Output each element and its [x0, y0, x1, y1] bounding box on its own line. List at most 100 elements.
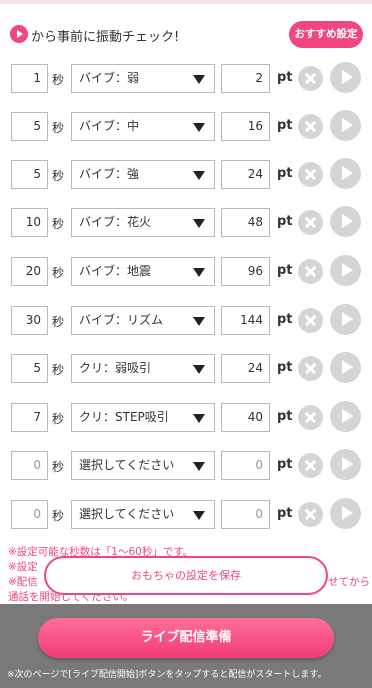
- play-icon[interactable]: [330, 255, 361, 286]
- delete-icon[interactable]: [298, 210, 323, 235]
- dropdown-arrow-icon: [193, 462, 205, 471]
- pattern-select[interactable]: 選択してください: [71, 500, 215, 529]
- setting-row: 5 秒 バイブ：強 24 pt: [0, 158, 372, 192]
- pattern-select[interactable]: バイブ：花火: [71, 208, 215, 237]
- delete-icon[interactable]: [298, 405, 323, 430]
- points-input[interactable]: 48: [221, 208, 270, 237]
- pattern-select[interactable]: バイブ：リズム: [71, 306, 215, 335]
- pattern-select[interactable]: 選択してください: [71, 451, 215, 480]
- delete-icon[interactable]: [298, 114, 323, 139]
- points-input[interactable]: 96: [221, 257, 270, 286]
- points-input[interactable]: 2: [221, 64, 270, 93]
- points-unit: pt: [277, 214, 293, 229]
- setting-row: 5 秒 クリ：弱吸引 24 pt: [0, 352, 372, 386]
- seconds-input[interactable]: 5: [11, 354, 48, 383]
- delete-icon[interactable]: [298, 502, 323, 527]
- seconds-unit: 秒: [52, 266, 65, 280]
- pattern-value: バイブ：弱: [79, 71, 140, 85]
- seconds-input[interactable]: 0: [11, 451, 48, 480]
- setting-row: 1 秒 バイブ：弱 2 pt: [0, 62, 372, 96]
- check-header: から事前に振動チェック! おすすめ設定: [0, 21, 372, 49]
- play-icon[interactable]: [330, 304, 361, 335]
- setting-row: 0 秒 選択してください 0 pt: [0, 498, 372, 532]
- pattern-value: バイブ：地震: [79, 264, 152, 278]
- points-input[interactable]: 0: [221, 500, 270, 529]
- points-unit: pt: [277, 409, 293, 424]
- pattern-select[interactable]: バイブ：弱: [71, 64, 215, 93]
- points-input[interactable]: 24: [221, 160, 270, 189]
- dropdown-arrow-icon: [193, 268, 205, 277]
- seconds-unit: 秒: [52, 509, 65, 523]
- save-toy-settings-button[interactable]: おもちゃの設定を保存: [44, 556, 328, 595]
- pattern-value: バイブ：強: [79, 167, 140, 181]
- pattern-select[interactable]: クリ：STEP吸引: [71, 403, 215, 432]
- play-icon[interactable]: [330, 110, 361, 141]
- seconds-input[interactable]: 1: [11, 64, 48, 93]
- seconds-input[interactable]: 5: [11, 112, 48, 141]
- seconds-unit: 秒: [52, 121, 65, 135]
- setting-row: 20 秒 バイブ：地震 96 pt: [0, 255, 372, 289]
- points-input[interactable]: 0: [221, 451, 270, 480]
- points-input[interactable]: 16: [221, 112, 270, 141]
- setting-row: 7 秒 クリ：STEP吸引 40 pt: [0, 401, 372, 435]
- points-unit: pt: [277, 312, 293, 327]
- seconds-input[interactable]: 0: [11, 500, 48, 529]
- setting-row: 5 秒 バイブ：中 16 pt: [0, 110, 372, 144]
- points-unit: pt: [277, 457, 293, 472]
- points-unit: pt: [277, 506, 293, 521]
- seconds-input[interactable]: 7: [11, 403, 48, 432]
- seconds-unit: 秒: [52, 73, 65, 87]
- dropdown-arrow-icon: [193, 75, 205, 84]
- seconds-unit: 秒: [52, 315, 65, 329]
- setting-row: 0 秒 選択してください 0 pt: [0, 449, 372, 483]
- points-input[interactable]: 40: [221, 403, 270, 432]
- dropdown-arrow-icon: [193, 365, 205, 374]
- note-line-start: ※配信: [8, 576, 38, 588]
- footer-note: ※次のページで[ライブ配信開始]ボタンをタップすると配信がスタートします。: [7, 670, 327, 680]
- pattern-select[interactable]: バイブ：中: [71, 112, 215, 141]
- delete-icon[interactable]: [298, 259, 323, 284]
- setting-row: 30 秒 バイブ：リズム 144 pt: [0, 304, 372, 338]
- top-strip: [0, 0, 372, 4]
- seconds-input[interactable]: 20: [11, 257, 48, 286]
- delete-icon[interactable]: [298, 66, 323, 91]
- play-icon[interactable]: [330, 206, 361, 237]
- delete-icon[interactable]: [298, 453, 323, 478]
- pattern-select[interactable]: バイブ：強: [71, 160, 215, 189]
- pattern-select[interactable]: クリ：弱吸引: [71, 354, 215, 383]
- recommended-settings-button[interactable]: おすすめ設定: [289, 21, 363, 48]
- seconds-unit: 秒: [52, 460, 65, 474]
- delete-icon[interactable]: [298, 308, 323, 333]
- vibration-check-label: から事前に振動チェック!: [31, 30, 180, 45]
- pattern-value: バイブ：リズム: [79, 313, 164, 327]
- seconds-input[interactable]: 10: [11, 208, 48, 237]
- note-line-tail: せてから: [328, 576, 370, 588]
- pattern-value: 選択してください: [79, 507, 175, 521]
- dropdown-arrow-icon: [193, 123, 205, 132]
- points-input[interactable]: 24: [221, 354, 270, 383]
- play-icon[interactable]: [330, 352, 361, 383]
- seconds-unit: 秒: [52, 217, 65, 231]
- pattern-value: 選択してください: [79, 458, 175, 472]
- play-icon[interactable]: [330, 498, 361, 529]
- seconds-unit: 秒: [52, 169, 65, 183]
- pattern-value: バイブ：花火: [79, 215, 152, 229]
- pattern-select[interactable]: バイブ：地震: [71, 257, 215, 286]
- dropdown-arrow-icon: [193, 414, 205, 423]
- play-icon[interactable]: [330, 62, 361, 93]
- dropdown-arrow-icon: [193, 219, 205, 228]
- play-icon[interactable]: [330, 449, 361, 480]
- seconds-unit: 秒: [52, 412, 65, 426]
- play-icon[interactable]: [330, 401, 361, 432]
- seconds-input[interactable]: 5: [11, 160, 48, 189]
- delete-icon[interactable]: [298, 356, 323, 381]
- dropdown-arrow-icon: [193, 511, 205, 520]
- points-input[interactable]: 144: [221, 306, 270, 335]
- seconds-input[interactable]: 30: [11, 306, 48, 335]
- delete-icon[interactable]: [298, 162, 323, 187]
- points-unit: pt: [277, 263, 293, 278]
- setting-row: 10 秒 バイブ：花火 48 pt: [0, 206, 372, 240]
- live-prep-button[interactable]: ライブ配信準備: [38, 618, 334, 658]
- points-unit: pt: [277, 166, 293, 181]
- play-icon[interactable]: [330, 158, 361, 189]
